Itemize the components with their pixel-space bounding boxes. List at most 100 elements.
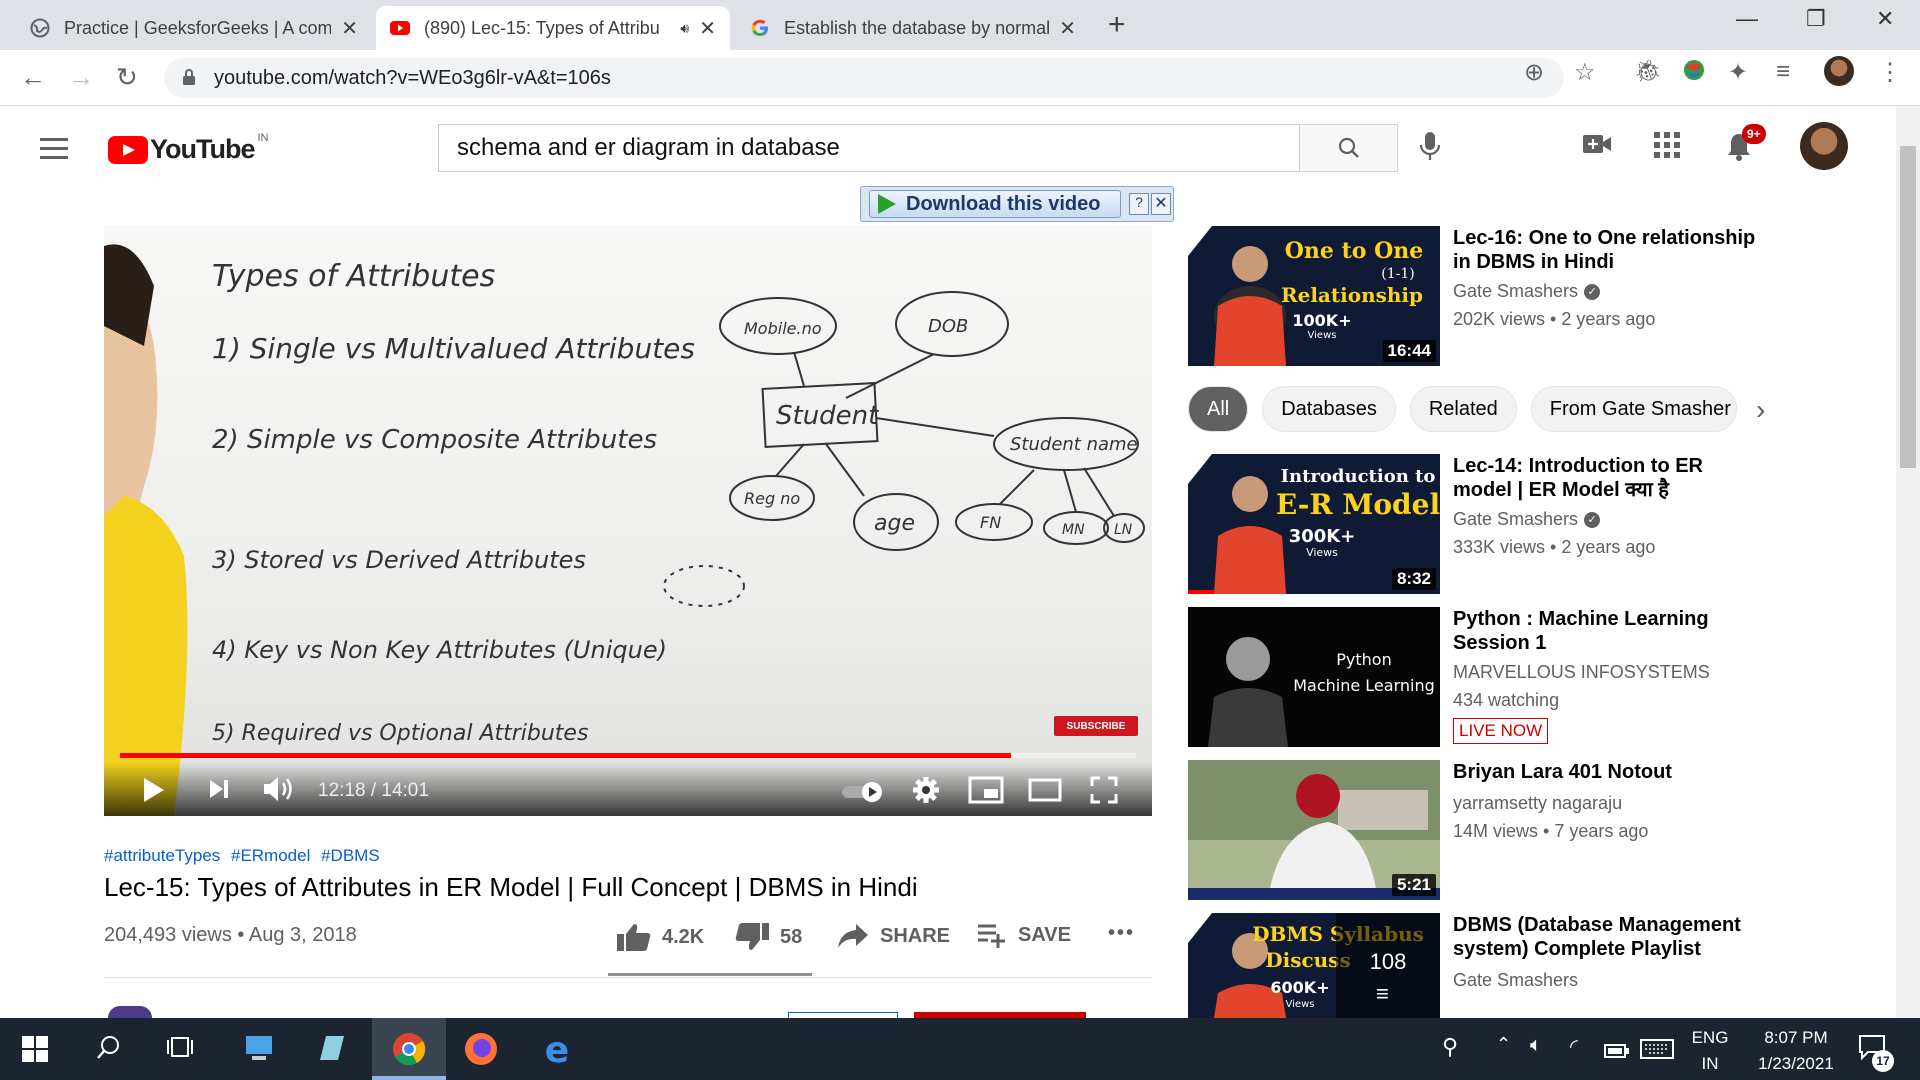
windows-start-icon[interactable] [22, 1036, 48, 1069]
theater-mode-icon[interactable] [1028, 778, 1062, 807]
clock-date[interactable]: 1/23/2021 [1746, 1054, 1846, 1074]
channel-name[interactable]: Gate Smashers [1453, 967, 1578, 994]
channel-avatar[interactable] [108, 1006, 152, 1018]
new-tab-button[interactable]: + [1108, 8, 1126, 42]
duration-badge: 5:21 [1391, 874, 1436, 896]
back-icon[interactable]: ← [20, 62, 46, 93]
chip-databases[interactable]: Databases [1262, 386, 1396, 432]
tab-google[interactable]: Establish the database by normal ✕ [736, 6, 1090, 50]
tab-geeksforgeeks[interactable]: Practice | GeeksforGeeks | A comp ✕ [16, 6, 372, 50]
video-player[interactable]: Types of Attributes 1) Single vs Multiva… [104, 226, 1152, 816]
minimize-icon[interactable]: — [1736, 6, 1758, 32]
search-input[interactable]: schema and er diagram in database [438, 124, 1300, 172]
speaker-icon[interactable]: 🔈︎ [1530, 1034, 1542, 1057]
menu-icon[interactable] [40, 138, 68, 165]
bookmark-star-icon[interactable]: ☆ [1574, 58, 1596, 87]
channel-name[interactable]: Gate Smashers ✓ [1453, 278, 1601, 305]
settings-gear-icon[interactable] [912, 776, 940, 809]
autoplay-toggle[interactable] [840, 780, 884, 807]
reload-icon[interactable]: ↻ [116, 62, 138, 93]
diagram-label: Reg no [744, 489, 800, 508]
close-tab-icon[interactable]: ✕ [341, 16, 358, 41]
scrollbar-thumb[interactable] [1900, 146, 1916, 468]
chip-related[interactable]: Related [1409, 386, 1517, 432]
media-queue-icon[interactable]: ≡ [1776, 58, 1790, 86]
close-tab-icon[interactable]: ✕ [699, 16, 716, 41]
search-icon[interactable] [96, 1034, 122, 1067]
address-bar[interactable]: youtube.com/watch?v=WEo3g6lr-vA&t=106s [164, 58, 1564, 98]
tab-youtube[interactable]: (890) Lec-15: Types of Attribu 🔊︎ ✕ [376, 6, 730, 50]
like-button[interactable]: 4.2K [616, 922, 704, 952]
chip-from-gate-smashers[interactable]: From Gate Smasher [1530, 386, 1737, 432]
speaker-icon[interactable]: 🔊︎ [680, 20, 689, 37]
save-button[interactable]: SAVE [976, 922, 1071, 948]
notes-app-icon[interactable] [318, 1034, 346, 1069]
subscribe-watermark[interactable]: SUBSCRIBE [1054, 716, 1138, 736]
download-close-button[interactable]: ✕ [1151, 193, 1171, 215]
chrome-icon[interactable] [392, 1032, 426, 1073]
view-count-date: 204,493 views • Aug 3, 2018 [104, 924, 357, 946]
play-icon[interactable] [142, 776, 166, 809]
related-video-title[interactable]: Briyan Lara 401 Notout [1453, 760, 1763, 784]
video-thumbnail[interactable]: Python Machine Learning [1188, 607, 1440, 747]
chrome-menu-icon[interactable]: ⋮ [1878, 58, 1902, 87]
related-video-title[interactable]: Lec-16: One to One relationship in DBMS … [1453, 226, 1763, 274]
close-tab-icon[interactable]: ✕ [1059, 16, 1076, 41]
more-actions-button[interactable]: ••• [1108, 922, 1135, 945]
chevron-up-icon[interactable]: ⌃ [1496, 1034, 1511, 1055]
video-thumbnail[interactable]: One to One (1-1) Relationship 100K+ View… [1188, 226, 1440, 366]
computer-app-icon[interactable] [244, 1034, 274, 1069]
restore-icon[interactable]: ❐ [1806, 6, 1826, 32]
voice-search-icon[interactable] [1418, 130, 1442, 169]
miniplayer-icon[interactable] [968, 776, 1004, 809]
svg-text:Relationship: Relationship [1281, 283, 1423, 307]
related-video-title[interactable]: Lec-14: Introduction to ER model | ER Mo… [1453, 454, 1763, 502]
search-button[interactable] [1300, 124, 1398, 172]
avatar[interactable] [1800, 122, 1848, 170]
related-video-title[interactable]: DBMS (Database Management system) Comple… [1453, 913, 1763, 961]
chip-all[interactable]: All [1188, 386, 1249, 432]
forward-icon[interactable]: → [68, 62, 94, 93]
keyboard-icon[interactable] [1640, 1038, 1674, 1066]
playlist-thumbnail[interactable]: DBMS Syllabus Discuss 600K+ Views 108 ≡ [1188, 913, 1440, 1018]
dislike-button[interactable]: 58 [734, 922, 802, 952]
hashtag-link[interactable]: #DBMS [321, 846, 380, 865]
extensions-puzzle-icon[interactable]: ✦ [1728, 58, 1748, 87]
volume-icon[interactable] [262, 774, 296, 809]
chevron-right-icon[interactable]: › [1756, 394, 1765, 426]
close-window-icon[interactable]: ✕ [1876, 6, 1894, 32]
hashtag-link[interactable]: #attributeTypes [104, 846, 220, 865]
input-language[interactable]: ENG [1688, 1028, 1732, 1048]
edge-icon[interactable]: e [540, 1030, 574, 1073]
next-video-icon[interactable] [208, 778, 230, 805]
channel-name[interactable]: yarramsetty nagaraju [1453, 790, 1622, 817]
video-thumbnail[interactable]: Introduction to E-R Model 300K+ Views 8:… [1188, 454, 1440, 594]
wifi-icon[interactable]: ◜ [1570, 1034, 1578, 1059]
related-video-title[interactable]: Python : Machine Learning Session 1 [1453, 607, 1763, 655]
apps-grid-icon[interactable] [1654, 132, 1680, 163]
page-scrollbar[interactable] [1896, 106, 1920, 1018]
channel-name[interactable]: Gate Smashers ✓ [1453, 506, 1601, 533]
input-region[interactable]: IN [1688, 1054, 1732, 1074]
task-view-icon[interactable] [166, 1034, 194, 1067]
fullscreen-icon[interactable] [1090, 776, 1118, 809]
hashtag-link[interactable]: #ERmodel [231, 846, 310, 865]
video-thumbnail[interactable]: 5:21 [1188, 760, 1440, 900]
create-video-icon[interactable] [1582, 132, 1612, 161]
youtube-logo[interactable]: YouTube IN [108, 132, 268, 165]
firefox-icon[interactable] [464, 1032, 498, 1073]
channel-name[interactable]: MARVELLOUS INFOSYSTEMS [1453, 659, 1710, 686]
download-video-button[interactable]: Download this video [869, 190, 1121, 218]
profile-avatar-icon[interactable] [1824, 56, 1854, 86]
progress-bar[interactable] [120, 753, 1136, 758]
download-help-button[interactable]: ? [1129, 193, 1149, 215]
battery-icon[interactable] [1604, 1038, 1630, 1066]
clock-time[interactable]: 8:07 PM [1746, 1028, 1846, 1048]
svg-text:Introduction to: Introduction to [1281, 466, 1436, 487]
people-icon[interactable]: ⚲ [1442, 1034, 1458, 1060]
youtube-header: YouTube IN schema and er diagram in data… [0, 106, 1896, 190]
add-icon[interactable]: ⊕ [1524, 58, 1544, 87]
bug-extension-icon[interactable]: 🐞︎ [1634, 58, 1662, 84]
globe-extension-icon[interactable] [1682, 58, 1706, 89]
share-button[interactable]: SHARE [836, 922, 950, 950]
